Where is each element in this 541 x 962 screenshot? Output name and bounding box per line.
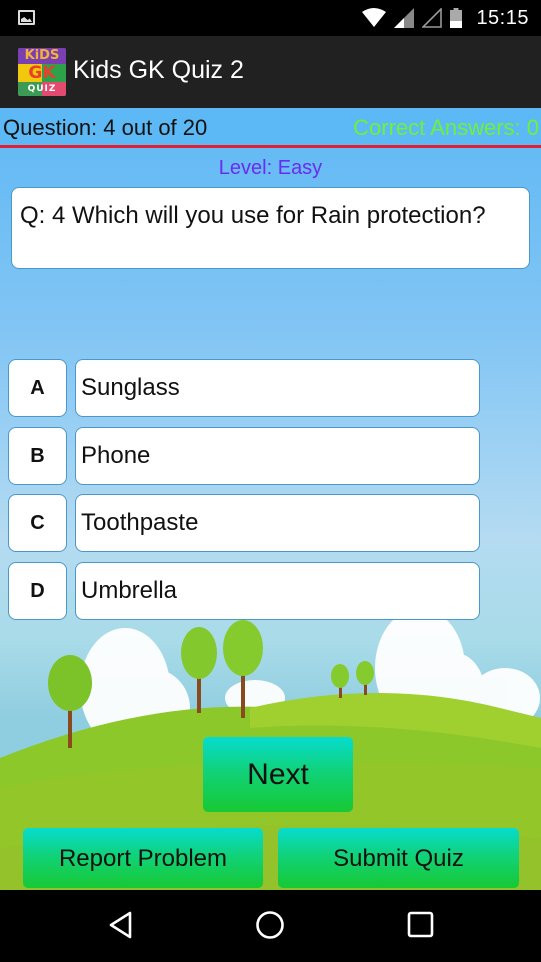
submit-quiz-button[interactable]: Submit Quiz [278,828,519,888]
option-a[interactable]: A Sunglass [0,359,541,417]
logo-line-gk: GK [18,64,66,82]
cell-signal-empty-icon [422,8,443,28]
option-answer[interactable]: Phone [75,427,480,485]
gallery-notification-icon [18,10,35,25]
option-letter[interactable]: D [8,562,67,620]
correct-answers-count: Correct Answers: 0 [353,115,539,140]
quiz-header: Question: 4 out of 20 Correct Answers: 0 [0,108,541,148]
clock: 15:15 [476,6,529,29]
option-letter[interactable]: C [8,494,67,552]
question-progress: Question: 4 out of 20 [3,115,208,140]
app-logo-icon: KiDS GK QUIZ [18,48,66,96]
battery-icon [450,8,463,28]
option-answer[interactable]: Toothpaste [75,494,480,552]
option-answer[interactable]: Umbrella [75,562,480,620]
navigation-bar [0,890,541,962]
report-problem-button[interactable]: Report Problem [23,828,263,888]
app-title: Kids GK Quiz 2 [73,56,244,84]
recents-icon[interactable] [406,910,436,940]
question-text: Q: 4 Which will you use for Rain protect… [11,187,530,269]
option-c[interactable]: C Toothpaste [0,494,541,552]
logo-line-kids: KiDS [18,48,66,64]
back-icon[interactable] [106,910,136,940]
logo-line-quiz: QUIZ [18,82,66,96]
option-answer[interactable]: Sunglass [75,359,480,417]
option-letter[interactable]: B [8,427,67,485]
option-b[interactable]: B Phone [0,427,541,485]
cell-signal-icon [394,8,415,28]
wifi-icon [362,8,387,27]
option-letter[interactable]: A [8,359,67,417]
home-icon[interactable] [255,910,285,940]
option-d[interactable]: D Umbrella [0,562,541,620]
status-bar: 15:15 [0,0,541,36]
status-icons: 15:15 [362,6,529,30]
level-label: Level: Easy [218,157,323,179]
quiz-screen: Question: 4 out of 20 Correct Answers: 0… [0,108,541,890]
app-bar: KiDS GK QUIZ Kids GK Quiz 2 [0,36,541,108]
next-button[interactable]: Next [203,737,353,812]
